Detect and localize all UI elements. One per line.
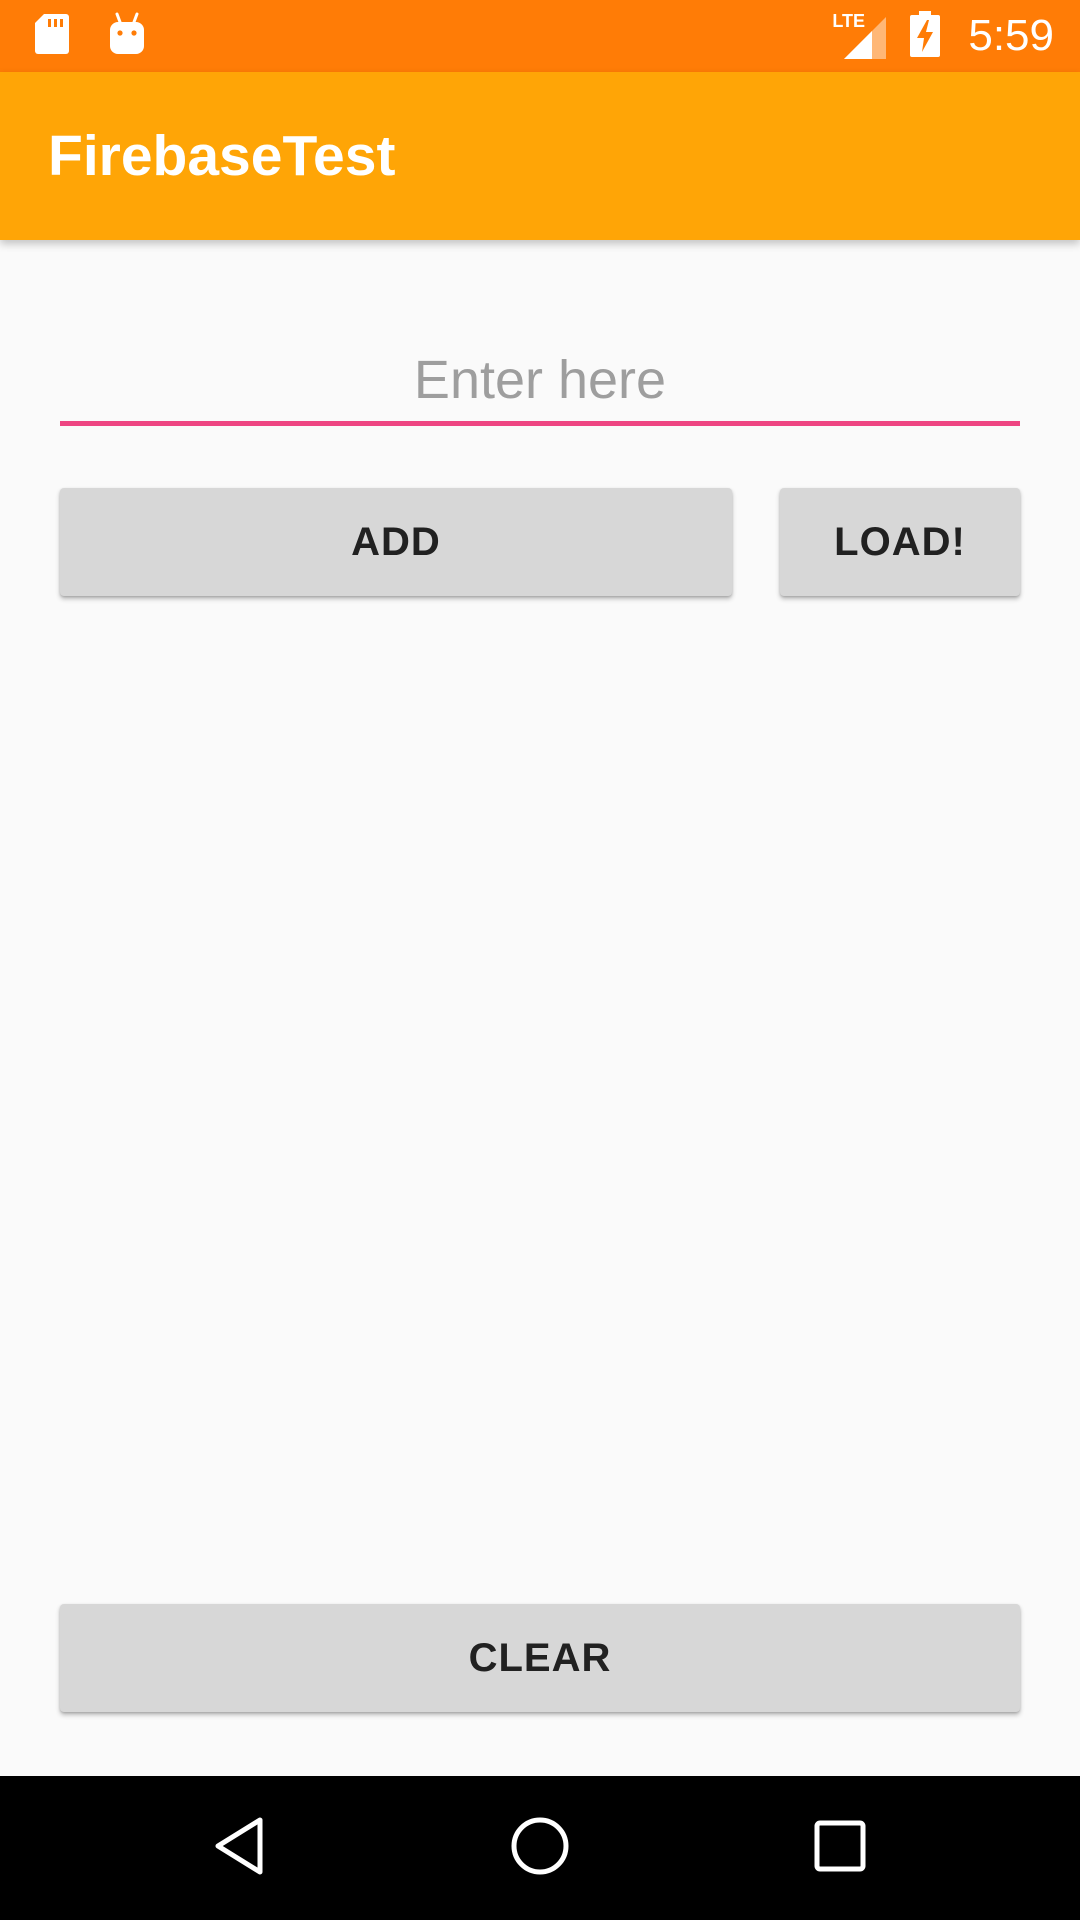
screen: LTE 5:59 FirebaseTest ADD LOAD! CLEAR (0, 0, 1080, 1920)
recents-icon (812, 1818, 868, 1879)
android-debug-icon (108, 12, 146, 61)
network-type-label: LTE (832, 11, 866, 31)
app-bar: FirebaseTest (0, 72, 1080, 240)
home-icon (508, 1814, 572, 1883)
text-input-container (60, 340, 1020, 426)
app-title: FirebaseTest (48, 124, 396, 188)
add-button[interactable]: ADD (60, 488, 732, 596)
home-button[interactable] (468, 1776, 612, 1920)
status-right-icons: LTE 5:59 (832, 0, 1054, 72)
lte-signal-icon: LTE (832, 11, 888, 61)
text-input[interactable] (60, 340, 1020, 420)
status-bar: LTE 5:59 (0, 0, 1080, 72)
status-clock: 5:59 (968, 11, 1054, 60)
sd-card-icon (34, 12, 70, 61)
clear-button[interactable]: CLEAR (60, 1604, 1020, 1712)
battery-charging-icon (910, 10, 941, 62)
navigation-bar (0, 1776, 1080, 1920)
status-left-icons (34, 0, 146, 72)
back-icon (210, 1814, 270, 1883)
back-button[interactable] (168, 1776, 312, 1920)
load-button[interactable]: LOAD! (780, 488, 1020, 596)
recents-button[interactable] (768, 1776, 912, 1920)
